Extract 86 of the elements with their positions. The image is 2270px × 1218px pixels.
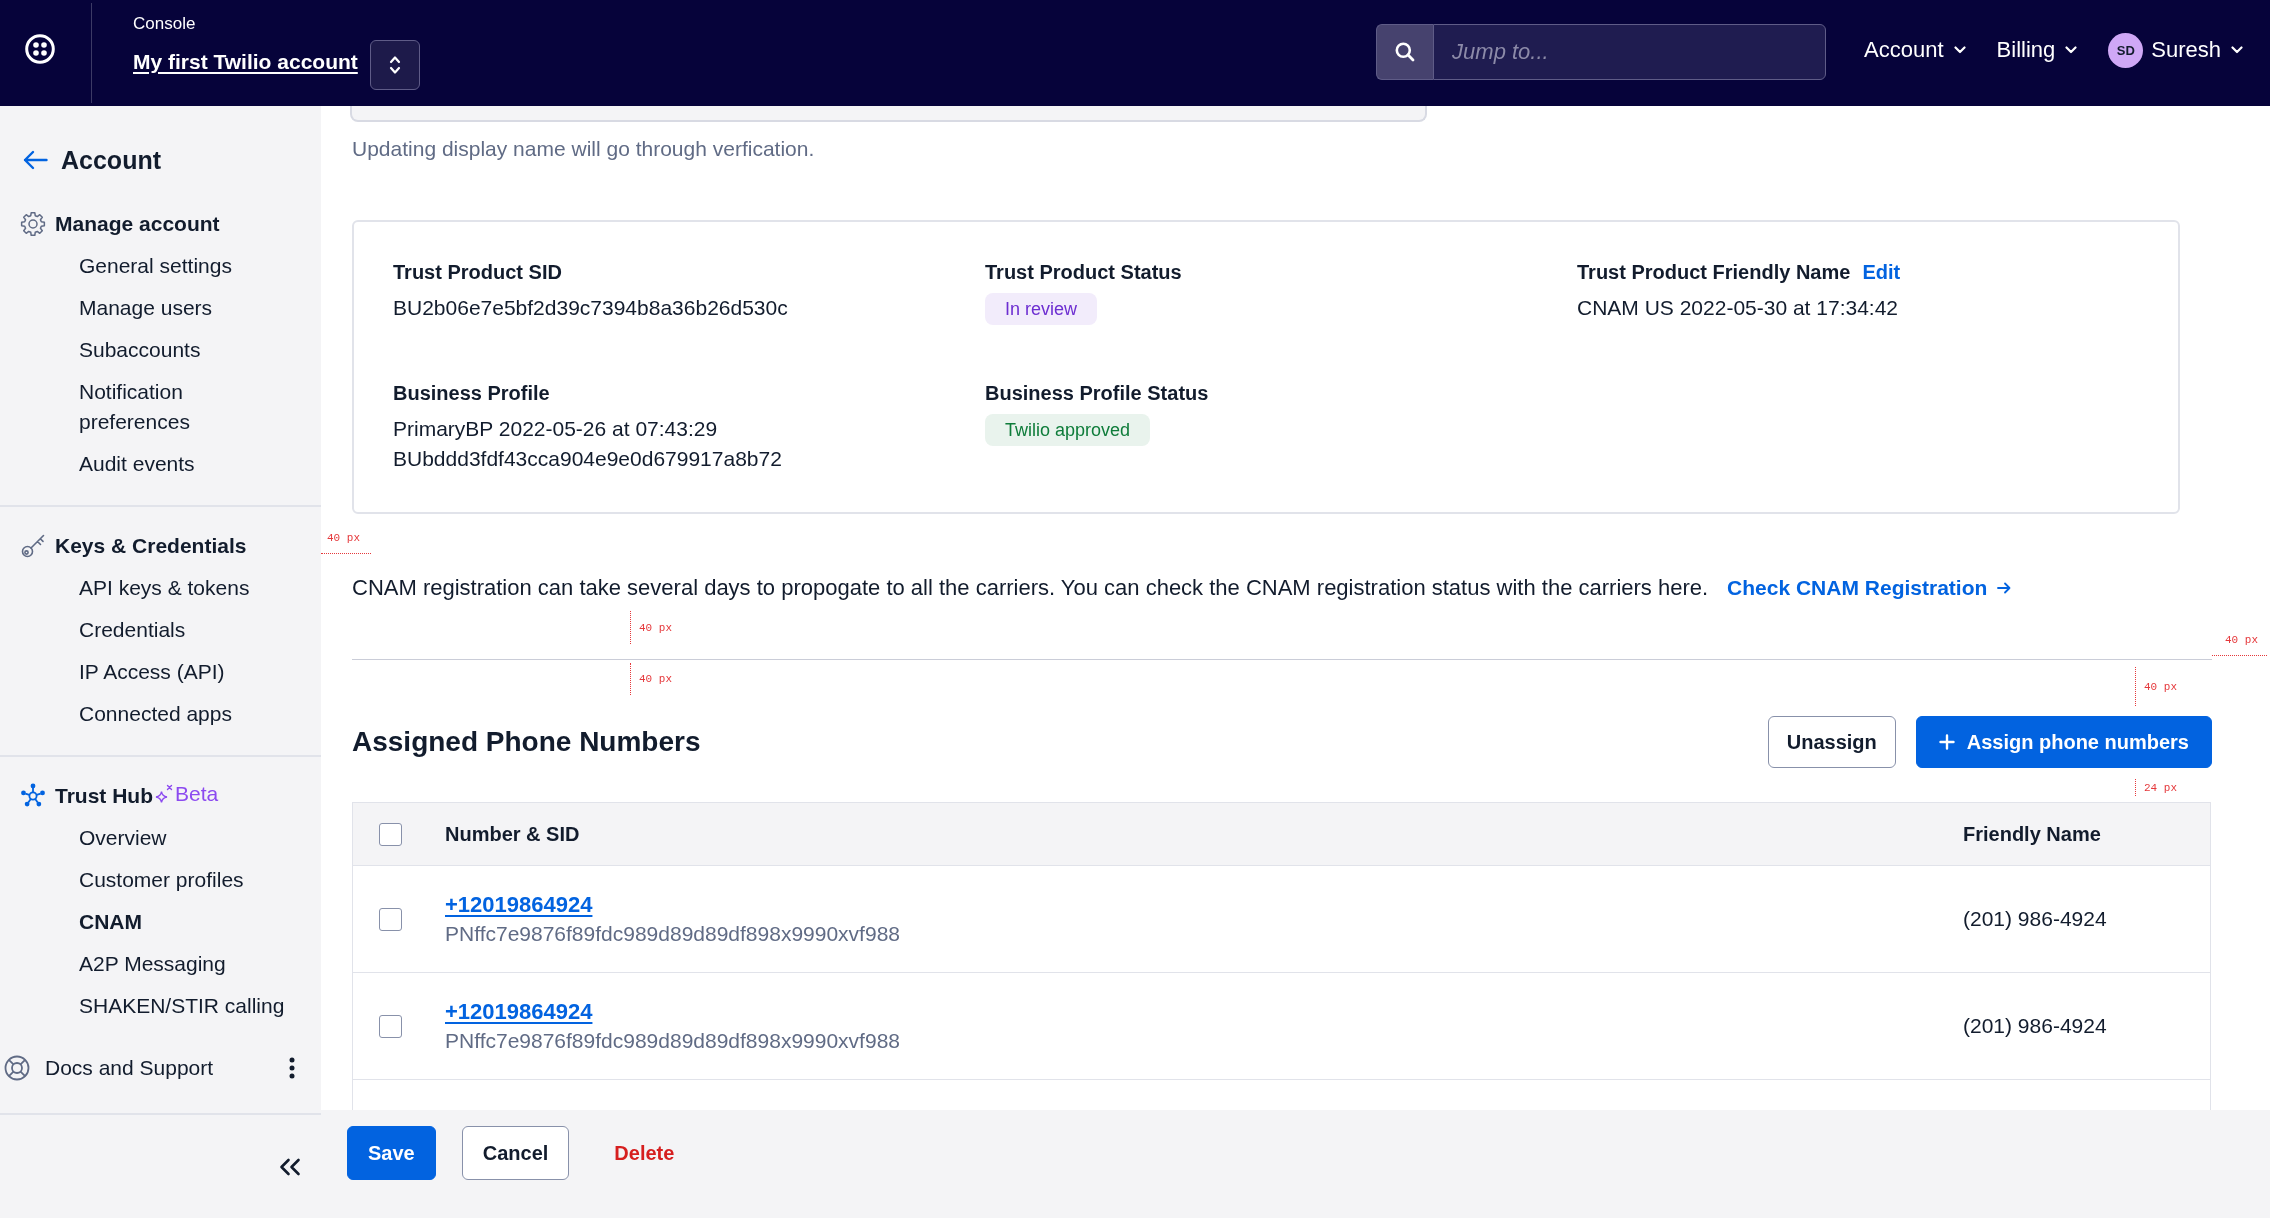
action-button[interactable]: Unassign	[1767, 716, 1896, 768]
chevron-down-icon	[2231, 46, 2243, 54]
back-link[interactable]: Account	[23, 142, 161, 178]
field-value: BU2b06e7e5bf2d39c7394b8a36b26d530c	[393, 295, 788, 321]
lifebuoy-icon	[4, 1055, 30, 1081]
field-label: Business Profile	[393, 381, 550, 406]
up-down-chevron-icon	[388, 55, 401, 75]
collapse-sidebar-button[interactable]	[279, 1157, 301, 1176]
section-heading: Assigned Phone Numbers	[352, 725, 701, 759]
field-label: Trust Product Status	[985, 260, 1182, 285]
field-label: Business Profile Status	[985, 381, 1209, 406]
sidebar-item[interactable]: Audit events	[79, 443, 195, 485]
search-icon	[1395, 42, 1416, 62]
field-value: PrimaryBP 2022-05-26 at 07:43:29	[393, 416, 718, 442]
field-label: Trust Product SID	[393, 260, 562, 285]
docs-support-link[interactable]: Docs and Support	[4, 1055, 214, 1081]
action-button[interactable]: Assign phone numbers	[1915, 716, 2212, 768]
section-title: Manage account	[55, 212, 220, 236]
nav-menu-button[interactable]: Billing	[1996, 37, 2078, 63]
back-arrow-icon	[23, 150, 48, 170]
hub-icon	[20, 783, 46, 809]
sidebar-item[interactable]: Connected apps	[79, 693, 232, 735]
column-header: Number & SID	[445, 822, 580, 846]
spacing-annotation: 40 px	[630, 611, 672, 644]
spacing-annotation: 24 px	[2135, 779, 2177, 796]
avatar: SD	[2108, 32, 2144, 68]
sidebar-item[interactable]: SHAKEN/STIR calling	[79, 985, 285, 1027]
key-icon	[20, 533, 46, 559]
section-title: Keys & Credentials	[55, 534, 247, 558]
chevron-down-icon	[2065, 46, 2078, 54]
chevron-down-icon	[1953, 46, 1966, 54]
vertical-dots-icon	[289, 1057, 295, 1079]
field-value: BUbddd3fdf43cca904e9e0d679917a8b72	[393, 446, 782, 472]
more-options-button[interactable]	[289, 1057, 295, 1079]
cnam-note-text: CNAM registration can take several days to propogate to all the carriers. You can check the CNAM registration status with the carriers here.	[352, 574, 1709, 602]
action-button[interactable]: Save	[347, 1126, 436, 1180]
sidebar-item[interactable]: Overview	[79, 817, 167, 859]
sidebar-item[interactable]: API keys & tokens	[79, 567, 250, 609]
status-badge: Twilio approved	[985, 414, 1151, 446]
text-input-field[interactable]	[350, 106, 1427, 122]
logo-icon[interactable]	[24, 33, 55, 64]
arrow-right-icon	[1997, 582, 2012, 594]
sidebar-item[interactable]: IP Access (API)	[79, 651, 225, 693]
plus-icon	[1938, 734, 1955, 750]
spacing-annotation: 40 px	[321, 530, 371, 554]
account-name-link[interactable]: My first Twilio account	[133, 48, 358, 76]
hint-text: Updating display name will go through verfication.	[352, 136, 815, 162]
check-cnam-link[interactable]: Check CNAM Registration	[1727, 573, 2012, 603]
double-chevron-left-icon	[279, 1157, 301, 1176]
select-all-checkbox[interactable]	[379, 822, 402, 846]
action-button[interactable]: Delete	[594, 1126, 695, 1180]
sidebar-item[interactable]: General settings	[79, 245, 232, 287]
friendly-name-text: (201) 986-4924	[1963, 907, 2107, 931]
sparkle-icon	[155, 784, 173, 804]
sidebar-item[interactable]: Notification preferences	[79, 371, 292, 443]
spacing-annotation: 40 px	[630, 663, 672, 695]
search-field[interactable]: Jump to...	[1433, 24, 1827, 80]
section-title: Trust Hub	[55, 784, 153, 808]
spacing-annotation: 40 px	[2135, 667, 2177, 706]
spacing-annotation: 40 px	[2212, 632, 2267, 656]
console-label: Console	[133, 13, 196, 35]
field-label: Trust Product Friendly Name	[1577, 260, 1851, 285]
sidebar-item[interactable]: CNAM	[79, 901, 142, 943]
action-button[interactable]: Cancel	[461, 1126, 570, 1180]
phone-number-link[interactable]: +12019864924	[445, 997, 593, 1026]
nav-menu-button[interactable]: Account	[1864, 37, 1966, 63]
sidebar-item[interactable]: Subaccounts	[79, 329, 201, 371]
sidebar-item[interactable]: A2P Messaging	[79, 943, 226, 985]
sidebar-item[interactable]: Credentials	[79, 609, 186, 651]
sid-text: PNffc7e9876f89fdc989d89d89df898x9990xvf988	[445, 1028, 900, 1054]
sidebar-item[interactable]: Manage users	[79, 287, 213, 329]
phone-number-link[interactable]: +12019864924	[445, 890, 593, 919]
gear-icon	[20, 211, 46, 237]
sidebar-item[interactable]: Customer profiles	[79, 859, 244, 901]
account-switcher-button[interactable]	[369, 40, 420, 90]
field-value: CNAM US 2022-05-30 at 17:34:42	[1577, 295, 1899, 321]
edit-link[interactable]: Edit	[1862, 257, 1901, 287]
column-header: Friendly Name	[1963, 822, 2101, 846]
beta-label: Beta	[175, 782, 219, 806]
status-badge: In review	[985, 293, 1098, 325]
row-checkbox[interactable]	[379, 907, 402, 931]
search-button[interactable]	[1376, 24, 1434, 80]
sid-text: PNffc7e9876f89fdc989d89d89df898x9990xvf988	[445, 921, 900, 947]
row-checkbox[interactable]	[379, 1014, 402, 1038]
friendly-name-text: (201) 986-4924	[1963, 1014, 2107, 1038]
user-menu-button[interactable]: SD Suresh	[2108, 32, 2243, 68]
